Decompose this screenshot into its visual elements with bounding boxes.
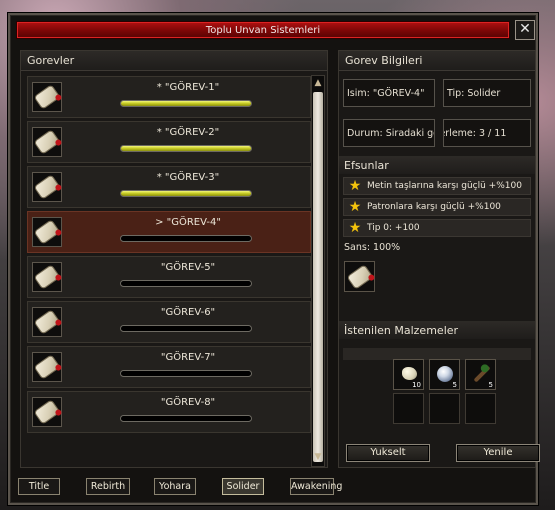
scroll-icon [32,217,62,247]
material-slot-empty[interactable] [465,393,496,424]
quest-progress-bar [120,100,252,107]
reward-slot[interactable] [344,261,375,292]
quest-progress-bar [120,145,252,152]
quest-progress-field: İlerleme: 3 / 11 [443,119,531,147]
quest-progress-bar [120,190,252,197]
quest-name-field: Isim: "GÖREV-4" [343,79,435,107]
materials-header: İstenilen Malzemeler [339,321,535,339]
quest-list-header: Gorevler [21,51,327,71]
window-title: Toplu Unvan Sistemleri [205,24,321,36]
scroll-icon [32,397,62,427]
quest-row-6[interactable]: "GÖREV-6" [27,301,311,343]
quest-name: "GÖREV-8" [160,397,216,408]
refresh-button[interactable]: Yenile [456,444,540,462]
quest-row-5[interactable]: "GÖREV-5" [27,256,311,298]
quest-row-1[interactable]: * "GÖREV-1" [27,76,311,118]
scroll-icon [32,82,62,112]
quest-row-3[interactable]: * "GÖREV-3" [27,166,311,208]
star-icon: ★ [348,220,362,236]
quest-row-7[interactable]: "GÖREV-7" [27,346,311,388]
quest-info-header: Gorev Bilgileri [339,51,535,71]
quest-name: "GÖREV-6" [160,307,216,318]
tab-awakening[interactable]: Awakening [290,478,342,495]
quest-name: > "GÖREV-4" [155,217,221,228]
star-icon: ★ [348,178,362,194]
material-slot-2[interactable]: 5 [429,359,460,390]
scroll-icon [32,127,62,157]
quest-progress-bar [120,280,252,287]
quest-progress-text: İlerleme: 3 / 11 [444,127,507,139]
quest-name: * "GÖREV-3" [156,172,220,183]
quest-progress-bar [120,415,252,422]
quest-name: * "GÖREV-1" [156,82,220,93]
quest-row-2[interactable]: * "GÖREV-2" [27,121,311,163]
success-chance: Sans: 100% [344,242,401,253]
tab-yohara[interactable]: Yohara [154,478,196,495]
bonus-text: Patronlara karşı güçlü +%100 [367,202,501,212]
bonus-header: Efsunlar [339,156,535,174]
scroll-icon [32,262,62,292]
material-slot-empty[interactable] [429,393,460,424]
material-slot-3[interactable]: 5 [465,359,496,390]
bonus-row: ★ Metin taşlarına karşı güçlü +%100 [343,177,531,195]
quest-status-field: Durum: Siradaki gorev [343,119,435,147]
bonus-text: Metin taşlarına karşı güçlü +%100 [367,181,522,191]
crystal-gem-icon [437,366,453,382]
scroll-icon [32,172,62,202]
quest-info-panel: Gorev Bilgileri Isim: "GÖREV-4" Tip: Sol… [338,50,540,468]
quest-progress-bar [120,235,252,242]
material-count: 5 [488,381,493,389]
tab-rebirth[interactable]: Rebirth [86,478,130,495]
material-slot-1[interactable]: 10 [393,359,424,390]
title-system-window: Toplu Unvan Sistemleri ✕ Gorevler * "GÖR… [8,13,540,505]
close-icon[interactable]: ✕ [515,20,535,40]
quest-name: * "GÖREV-2" [156,127,220,138]
scrollbar-thumb[interactable] [313,92,323,462]
quest-name: "GÖREV-5" [160,262,216,273]
quest-list-panel: Gorevler * "GÖREV-1" * "GÖREV-2" * "GÖRE… [20,50,328,468]
bonus-text: Tip 0: +100 [367,223,420,233]
material-count: 5 [452,381,457,389]
scroll-icon [345,262,374,291]
quest-row-4-selected[interactable]: > "GÖREV-4" [27,211,311,253]
scroll-icon [32,352,62,382]
material-slot-empty[interactable] [393,393,424,424]
quest-progress-bar [120,370,252,377]
white-stone-icon [402,367,417,380]
scroll-down-icon[interactable]: ▼ [313,452,323,462]
scroll-icon [32,307,62,337]
tab-solider[interactable]: Solider [222,478,264,495]
quest-row-8[interactable]: "GÖREV-8" [27,391,311,433]
material-count: 10 [412,381,421,389]
bonus-row: ★ Tip 0: +100 [343,219,531,237]
quest-name: "GÖREV-7" [160,352,216,363]
upgrade-button[interactable]: Yukselt [346,444,430,462]
star-icon: ★ [348,199,362,215]
branch-icon [473,365,491,383]
bonus-row: ★ Patronlara karşı güçlü +%100 [343,198,531,216]
quest-progress-bar [120,325,252,332]
quest-type-field: Tip: Solider [443,79,531,107]
scroll-up-icon[interactable]: ▲ [313,78,323,88]
window-title-bar[interactable]: Toplu Unvan Sistemleri [16,21,510,39]
tab-title[interactable]: Title [18,478,60,495]
quest-list-scrollbar[interactable]: ▲ ▼ [311,75,325,467]
